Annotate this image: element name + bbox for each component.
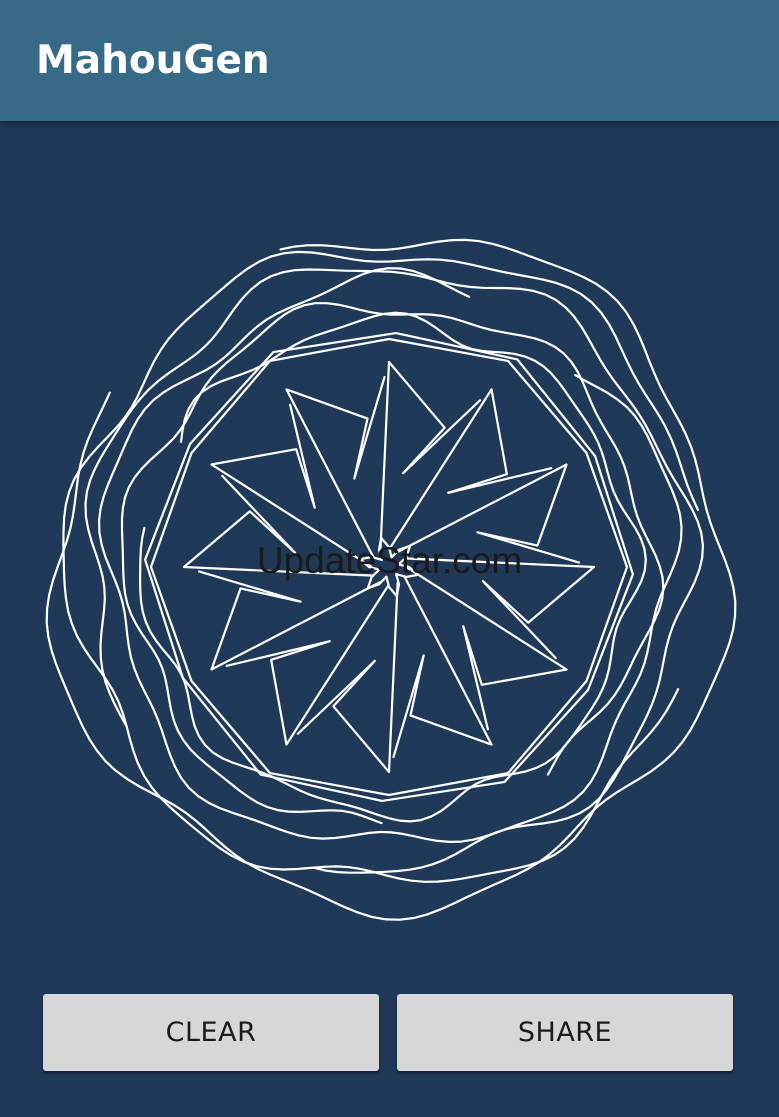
spoke-stroke (379, 360, 482, 553)
drawing-canvas[interactable]: UpdateStar.com (0, 121, 779, 981)
spoke-stroke (296, 581, 399, 774)
share-button[interactable]: SHARE (397, 994, 733, 1071)
spoke-stroke (225, 583, 390, 746)
app-title: MahouGen (36, 38, 270, 83)
spoke-stroke (405, 566, 568, 731)
app-bar: MahouGen (0, 0, 779, 121)
clear-button[interactable]: CLEAR (43, 994, 379, 1071)
watermark-text: UpdateStar.com (256, 540, 523, 581)
spoke-stroke (388, 388, 553, 551)
app-screen: MahouGen UpdateStar.com CLEAR SHARE (0, 0, 779, 1117)
